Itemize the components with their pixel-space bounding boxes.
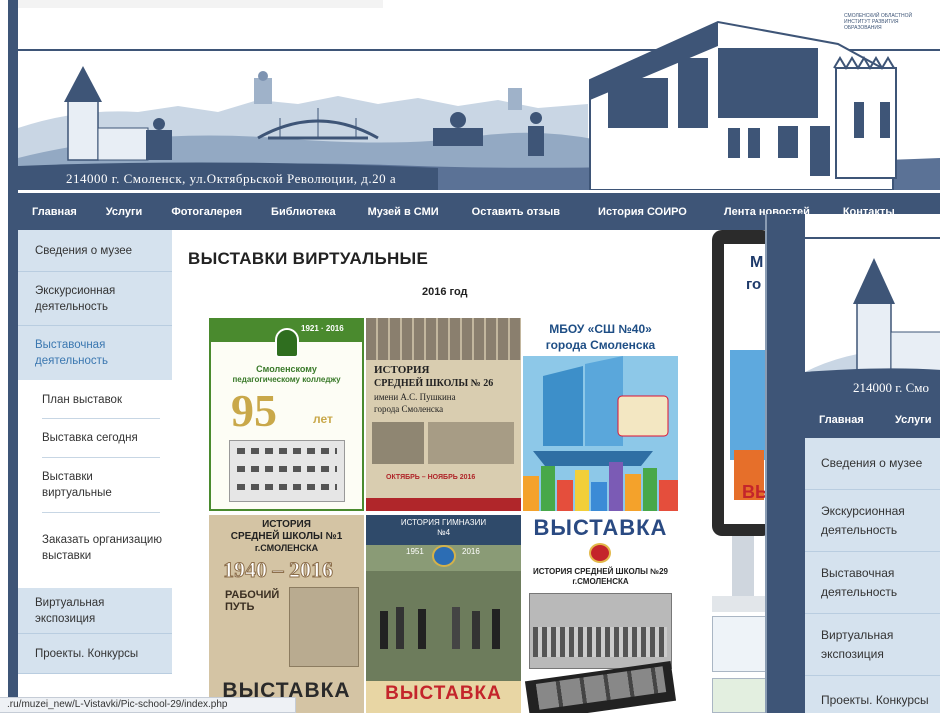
page-title: ВЫСТАВКИ ВИРТУАЛЬНЫЕ (188, 249, 429, 268)
browser-viewport: 214000 г. Смоленск, ул.Октябрьской Револ… (0, 0, 940, 713)
poster-school-29[interactable]: ВЫСТАВКА ИСТОРИЯ СРЕДНЕЙ ШКОЛЫ №29 г.СМО… (523, 515, 678, 713)
poster-gymnasium-4[interactable]: ИСТОРИЯ ГИМНАЗИИ №4 1951 2016 ВЫСТАВКА (366, 515, 521, 713)
overlay-header-illustration (805, 237, 940, 404)
main-content: ВЫСТАВКИ ВИРТУАЛЬНЫЕ 2016 год 1921 · 201… (172, 230, 692, 713)
overlay-item-excursions[interactable]: Экскурсионная деятельность (805, 490, 940, 552)
poster-school-26[interactable]: ИСТОРИЯ СРЕДНЕЙ ШКОЛЫ № 26 имени А.С. Пу… (366, 318, 521, 511)
kiosk-thumb-1[interactable] (712, 616, 768, 672)
gymnasium-emblem-icon (432, 545, 456, 567)
nav-item-home[interactable]: Главная (32, 206, 77, 218)
overlay-item-about[interactable]: Сведения о музее (805, 438, 940, 490)
header-illustration (18, 20, 940, 190)
sidebar-menu: Сведения о музее Экскурсионная деятельно… (18, 230, 172, 713)
overlay-header: 214000 г. Смо (805, 222, 940, 404)
site-header: 214000 г. Смоленск, ул.Октябрьской Револ… (18, 8, 940, 190)
sidebar-item-exhibitions[interactable]: Выставочная деятельность (18, 326, 172, 380)
nav-item-library[interactable]: Библиотека (271, 206, 336, 218)
side-banner-kiosk[interactable]: М го ВЬ (712, 230, 774, 713)
overlay-item-exhibitions[interactable]: Выставочная деятельность (805, 552, 940, 614)
overlay-window: 214000 г. Смо Главная Услуги Сведения о … (765, 214, 940, 713)
sidebar-subitem-plan[interactable]: План выставок (18, 380, 172, 418)
nav-item-photogallery[interactable]: Фотогалерея (171, 206, 242, 218)
institute-logo-text: СМОЛЕНСКИЙ ОБЛАСТНОЙ ИНСТИТУТ РАЗВИТИЯ О… (844, 13, 913, 31)
left-page-border (8, 0, 18, 713)
status-bar-url: .ru/muzei_new/L-Vistavki/Pic-school-29/i… (0, 697, 296, 713)
sidebar-item-projects[interactable]: Проекты. Конкурсы (18, 634, 172, 674)
nav-item-services[interactable]: Услуги (106, 206, 143, 218)
nav-item-museum-in-media[interactable]: Музей в СМИ (368, 206, 439, 218)
overlay-item-virtual[interactable]: Виртуальная экспозиция (805, 614, 940, 676)
nav-item-leave-feedback[interactable]: Оставить отзыв (472, 206, 560, 218)
sidebar-subitem-virtual[interactable]: Выставки виртуальные (18, 458, 172, 512)
poster-college-95[interactable]: 1921 · 2016 Смоленскому педагогическому … (209, 318, 364, 511)
poster-school-1[interactable]: ИСТОРИЯ СРЕДНЕЙ ШКОЛЫ №1 г.СМОЛЕНСКА 194… (209, 515, 364, 713)
college-emblem-icon (275, 328, 299, 358)
ship-illustration (523, 356, 678, 511)
overlay-item-projects[interactable]: Проекты. Конкурсы (805, 676, 940, 713)
school-emblem-icon (589, 543, 611, 563)
year-heading: 2016 год (422, 286, 468, 298)
sidebar-subitem-today[interactable]: Выставка сегодня (18, 419, 172, 457)
overlay-nav-home[interactable]: Главная (819, 414, 864, 426)
kiosk-thumb-2[interactable] (712, 678, 768, 713)
sidebar-item-virtual-exposition[interactable]: Виртуальная экспозиция (18, 588, 172, 634)
overlay-address: 214000 г. Смо (853, 380, 930, 395)
sidebar-item-excursions[interactable]: Экскурсионная деятельность (18, 272, 172, 326)
overlay-left-border (767, 214, 805, 713)
overlay-sidebar: Сведения о музее Экскурсионная деятельно… (805, 438, 940, 713)
overlay-nav-services[interactable]: Услуги (895, 414, 932, 426)
nav-item-history[interactable]: История СОИРО (598, 206, 687, 218)
overlay-nav: Главная Услуги (805, 404, 940, 438)
top-strip (18, 0, 383, 8)
sidebar-item-about[interactable]: Сведения о музее (18, 230, 172, 272)
sidebar-subitem-order[interactable]: Заказать организацию выставки (18, 513, 172, 583)
poster-school-40[interactable]: МБОУ «СШ №40» города Смоленска (523, 318, 678, 511)
header-address: 214000 г. Смоленск, ул.Октябрьской Револ… (66, 171, 397, 186)
